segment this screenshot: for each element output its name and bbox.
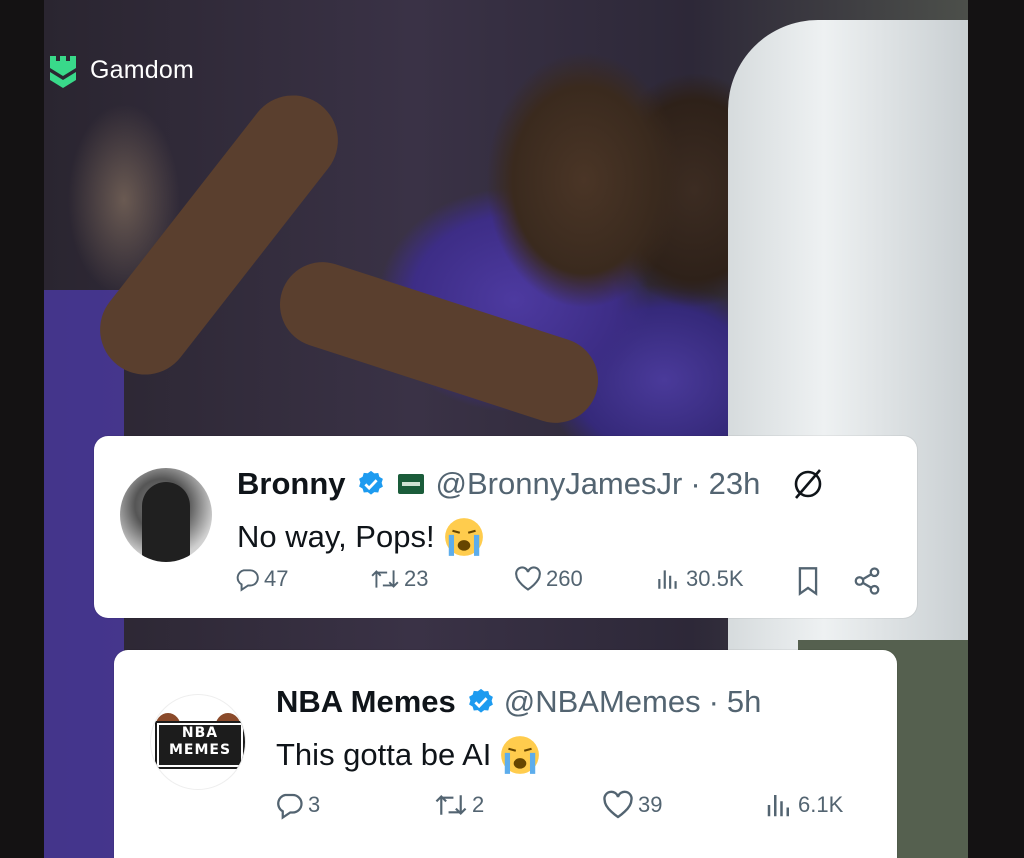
post-text-content: No way, Pops! bbox=[237, 519, 435, 554]
avatar-logo: NBA MEMES bbox=[155, 721, 245, 769]
reply-icon bbox=[277, 793, 303, 820]
loudly-crying-face-icon bbox=[444, 518, 483, 556]
affiliate-badge-icon bbox=[397, 474, 424, 494]
post-text-content: This gotta be AI bbox=[276, 737, 492, 772]
display-name[interactable]: Bronny bbox=[237, 466, 346, 502]
verified-badge-icon bbox=[468, 688, 493, 713]
loudly-crying-face-icon bbox=[501, 736, 540, 774]
reply-count: 47 bbox=[264, 566, 289, 591]
brand-logo: Gamdom bbox=[46, 50, 194, 90]
user-handle[interactable]: @BronnyJamesJr bbox=[436, 466, 683, 502]
repost-count: 2 bbox=[472, 792, 485, 817]
post-time[interactable]: 23h bbox=[709, 466, 761, 502]
separator-dot: · bbox=[690, 466, 701, 501]
gamdom-logo-icon bbox=[50, 56, 76, 88]
bookmark-icon bbox=[798, 567, 818, 596]
like-count: 260 bbox=[546, 566, 583, 591]
embracing-arm bbox=[268, 251, 610, 434]
heart-icon bbox=[515, 566, 541, 591]
views-count: 30.5K bbox=[686, 566, 744, 591]
avatar[interactable] bbox=[120, 468, 212, 562]
post-card-nba-memes[interactable]: NBA MEMES NBA Memes @NBAMemes · 5h This … bbox=[114, 650, 897, 858]
repost-count: 23 bbox=[404, 566, 429, 591]
reply-button[interactable]: 47 bbox=[234, 566, 288, 592]
repost-button[interactable]: 2 bbox=[434, 790, 484, 820]
repost-icon bbox=[371, 570, 399, 588]
share-button[interactable] bbox=[852, 566, 882, 596]
views-count: 6.1K bbox=[798, 792, 844, 817]
avatar[interactable]: NBA MEMES bbox=[150, 694, 246, 790]
verified-badge-icon bbox=[358, 470, 383, 495]
post-time[interactable]: 5h bbox=[727, 684, 761, 720]
views-icon bbox=[658, 570, 677, 589]
reply-button[interactable]: 3 bbox=[274, 790, 320, 820]
views-icon bbox=[767, 795, 789, 817]
bookmark-button[interactable] bbox=[794, 566, 822, 596]
like-button[interactable]: 39 bbox=[602, 790, 662, 820]
post-card-bronny[interactable]: Bronny @BronnyJamesJr · 23h No way, Pops… bbox=[94, 436, 917, 618]
separator-dot: · bbox=[708, 684, 719, 719]
reply-count: 3 bbox=[308, 792, 321, 817]
reply-icon bbox=[236, 569, 259, 592]
repost-button[interactable]: 23 bbox=[370, 566, 428, 592]
views-button[interactable]: 6.1K bbox=[764, 790, 843, 820]
like-button[interactable]: 260 bbox=[514, 566, 583, 592]
display-name[interactable]: NBA Memes bbox=[276, 684, 456, 720]
post-header: NBA Memes @NBAMemes · 5h bbox=[276, 684, 761, 720]
brand-name: Gamdom bbox=[90, 55, 195, 84]
heart-icon bbox=[603, 790, 633, 819]
grok-icon[interactable] bbox=[790, 466, 826, 502]
post-text: This gotta be AI bbox=[276, 734, 541, 776]
views-button[interactable]: 30.5K bbox=[654, 566, 744, 592]
post-header: Bronny @BronnyJamesJr · 23h bbox=[237, 466, 826, 502]
post-text: No way, Pops! bbox=[237, 516, 485, 558]
like-count: 39 bbox=[638, 792, 663, 817]
user-handle[interactable]: @NBAMemes bbox=[504, 684, 701, 720]
share-icon bbox=[854, 567, 880, 595]
repost-icon bbox=[435, 794, 467, 816]
